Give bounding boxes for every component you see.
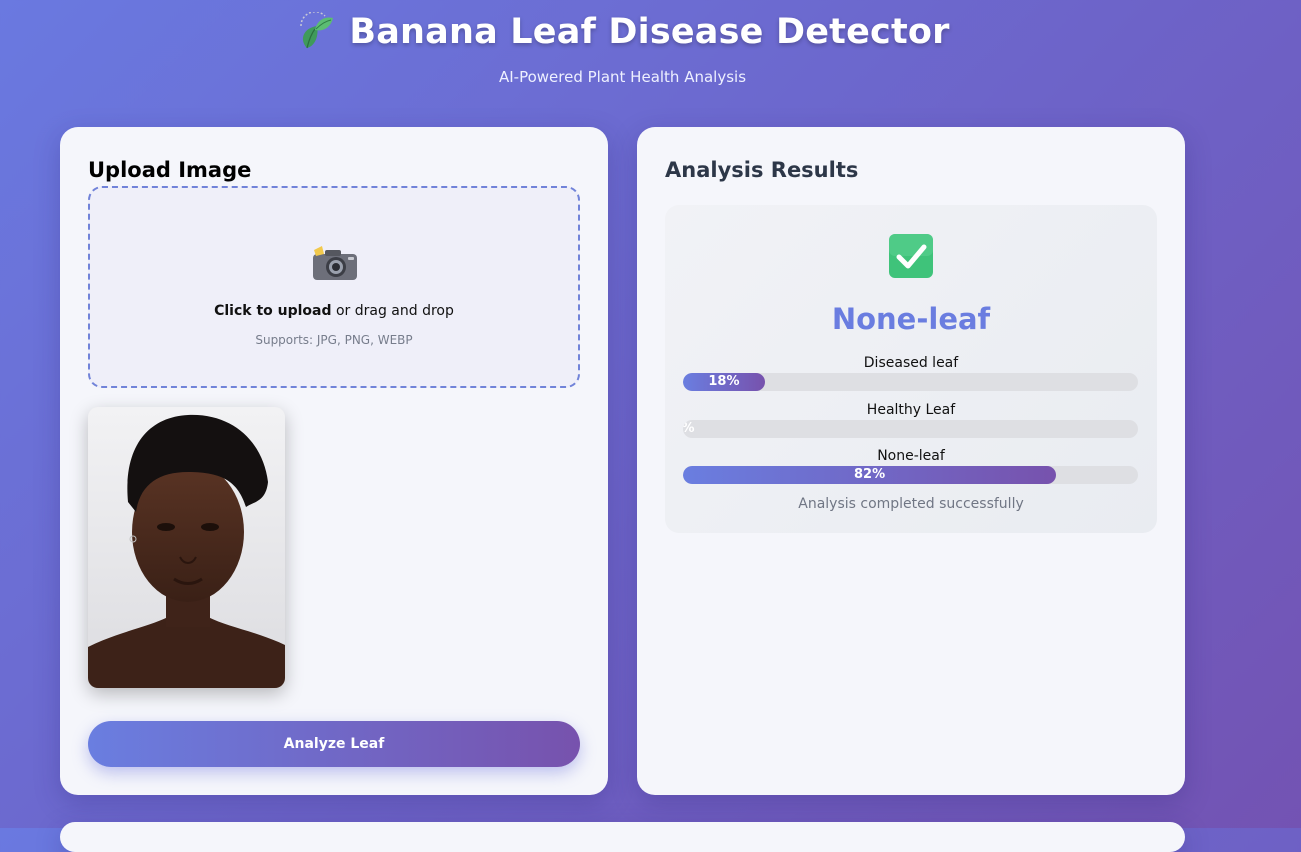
confidence-bar-none-leaf: 82% [683,466,1138,484]
confidence-percent-diseased: 18% [708,374,740,389]
supported-formats: Supports: JPG, PNG, WEBP [255,333,413,347]
results-card-title: Analysis Results [665,158,859,182]
leaf-icon [300,12,334,49]
camera-icon [313,246,357,280]
result-panel: None-leaf Diseased leaf 18% Healthy Leaf… [665,205,1157,533]
upload-dropzone[interactable]: Click to upload or drag and drop Support… [88,186,580,388]
bar-label-healthy: Healthy Leaf [866,402,956,418]
confidence-bar-diseased: 18% [683,373,1138,391]
upload-card-title: Upload Image [88,158,252,182]
results-card: Analysis Results None-leaf Diseased leaf… [637,127,1185,795]
title-row: Banana Leaf Disease Detector [0,12,1245,52]
drag-drop-text: or drag and drop [331,303,454,319]
click-to-upload-link[interactable]: Click to upload [214,303,331,319]
bar-label-diseased: Diseased leaf [863,355,959,371]
confidence-percent-none-leaf: 82% [853,467,886,482]
preview-image [88,407,285,688]
prediction-label: None-leaf [831,302,991,336]
app-subtitle: AI-Powered Plant Health Analysis [498,68,747,86]
app-title: Banana Leaf Disease Detector [349,12,950,52]
bar-label-none-leaf: None-leaf [877,448,945,464]
analysis-status: Analysis completed successfully [798,496,1024,512]
bottom-card [60,822,1185,852]
uploaded-image-preview [88,407,285,688]
check-icon [889,234,933,278]
analyze-leaf-button[interactable]: Analyze Leaf [88,721,580,767]
upload-instructions: Click to upload or drag and drop [90,303,578,319]
confidence-percent-healthy: % [683,420,695,438]
confidence-bar-healthy: % [683,420,1138,438]
upload-card: Upload Image Click to upload or drag and… [60,127,608,795]
